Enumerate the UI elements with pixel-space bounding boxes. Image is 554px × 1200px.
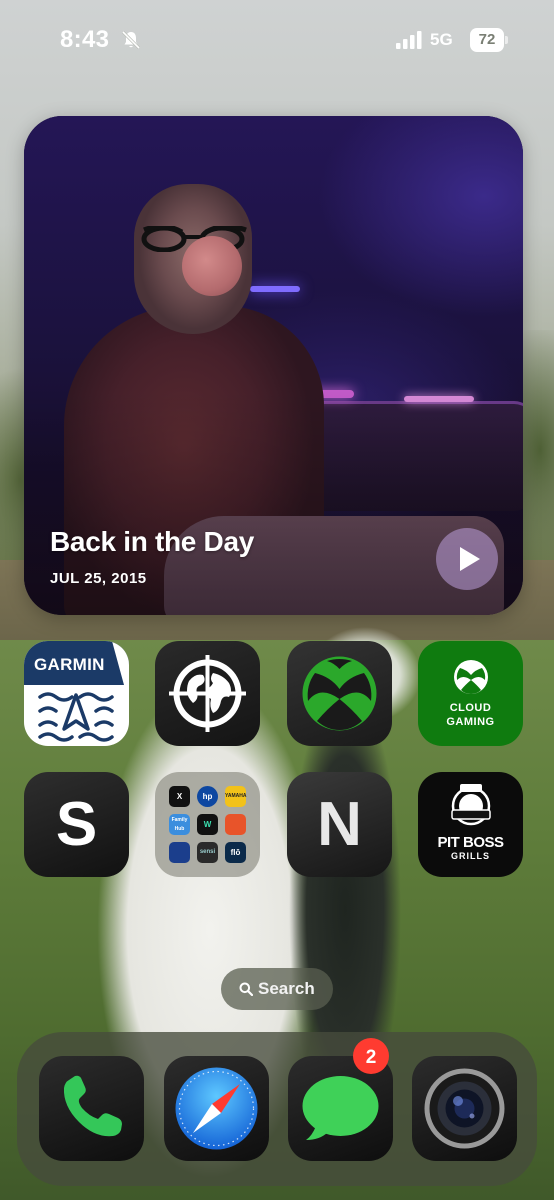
sensi-mini-label: sensi: [199, 849, 216, 855]
hp-mini-icon: hp: [197, 786, 218, 807]
cloud-gaming-label-2: GAMING: [446, 716, 495, 728]
pit-boss-subtitle: GRILLS: [451, 851, 490, 861]
network-type: 5G: [430, 30, 453, 49]
messages-badge: 2: [353, 1038, 389, 1074]
camera-app[interactable]: [412, 1056, 517, 1161]
sensi-mini-icon: sensi: [197, 842, 218, 863]
dock: 2: [17, 1032, 537, 1186]
messages-app[interactable]: 2: [288, 1038, 393, 1161]
pit-boss-app[interactable]: PIT BOSS GRILLS: [418, 772, 523, 877]
x-mini-icon: X: [169, 786, 190, 807]
yamaha-mini-icon: YAMAHA: [225, 786, 246, 807]
pit-boss-badge-icon: [451, 784, 491, 826]
family-hub-mini-label: Family Hub: [171, 817, 188, 832]
xbox-app[interactable]: [287, 641, 392, 746]
app-folder[interactable]: X hp YAMAHA Family Hub W sensi flō: [155, 772, 260, 877]
cellular-signal-icon: [396, 31, 422, 49]
status-time: 8:43: [60, 26, 110, 53]
xbox-cloud-gaming-icon: [454, 660, 488, 694]
yamaha-mini-label: YAMAHA: [225, 793, 247, 799]
play-icon: [460, 547, 480, 571]
garmin-wordmark: GARMIN: [34, 655, 105, 674]
cloud-gaming-label-1: CLOUD: [449, 702, 492, 714]
w-mini-label: W: [203, 820, 212, 829]
battery-level: 72: [470, 28, 504, 52]
safari-app[interactable]: [164, 1056, 269, 1161]
family-hub-mini-icon: Family Hub: [169, 814, 190, 835]
flo-mini-label: flō: [230, 848, 241, 857]
pit-boss-wordmark: PIT BOSS: [437, 834, 504, 851]
x-mini-label: X: [176, 792, 183, 801]
play-button[interactable]: [436, 528, 498, 590]
n-app[interactable]: N: [287, 772, 392, 877]
search-label: Search: [258, 979, 315, 998]
hp-mini-label: hp: [202, 792, 213, 801]
xbox-icon: [302, 656, 377, 731]
flo-mini-icon: flō: [225, 842, 246, 863]
xbox-cloud-gaming-app[interactable]: CLOUD GAMING: [418, 641, 523, 746]
memory-title: Back in the Day: [50, 526, 255, 557]
search-icon: [239, 982, 253, 996]
globe-app[interactable]: [155, 641, 260, 746]
battery-tip: [505, 36, 508, 44]
garmin-app[interactable]: GARMIN: [24, 641, 129, 746]
garmin-boating-icon: [38, 692, 114, 742]
n-letter-icon: N: [317, 790, 362, 859]
status-bar: 8:43 5G 72: [0, 0, 554, 80]
phone-app[interactable]: [39, 1056, 144, 1161]
phone-icon: [63, 1075, 122, 1137]
s-letter-icon: S: [55, 790, 98, 859]
safari-compass-icon: [175, 1067, 258, 1150]
battery-icon: 72: [470, 28, 510, 52]
w-mini-icon: W: [197, 814, 218, 835]
circle-mini-icon: [169, 842, 190, 863]
globe-crosshair-icon: [169, 655, 246, 732]
memory-date: JUL 25, 2015: [50, 570, 147, 587]
bell-slash-icon: [121, 30, 141, 50]
camera-lens-icon: [424, 1068, 505, 1149]
home-search-button[interactable]: Search: [221, 968, 333, 1010]
s-app[interactable]: S: [24, 772, 129, 877]
photos-widget[interactable]: Back in the Day JUL 25, 2015: [24, 116, 523, 615]
office-mini-icon: [225, 814, 246, 835]
